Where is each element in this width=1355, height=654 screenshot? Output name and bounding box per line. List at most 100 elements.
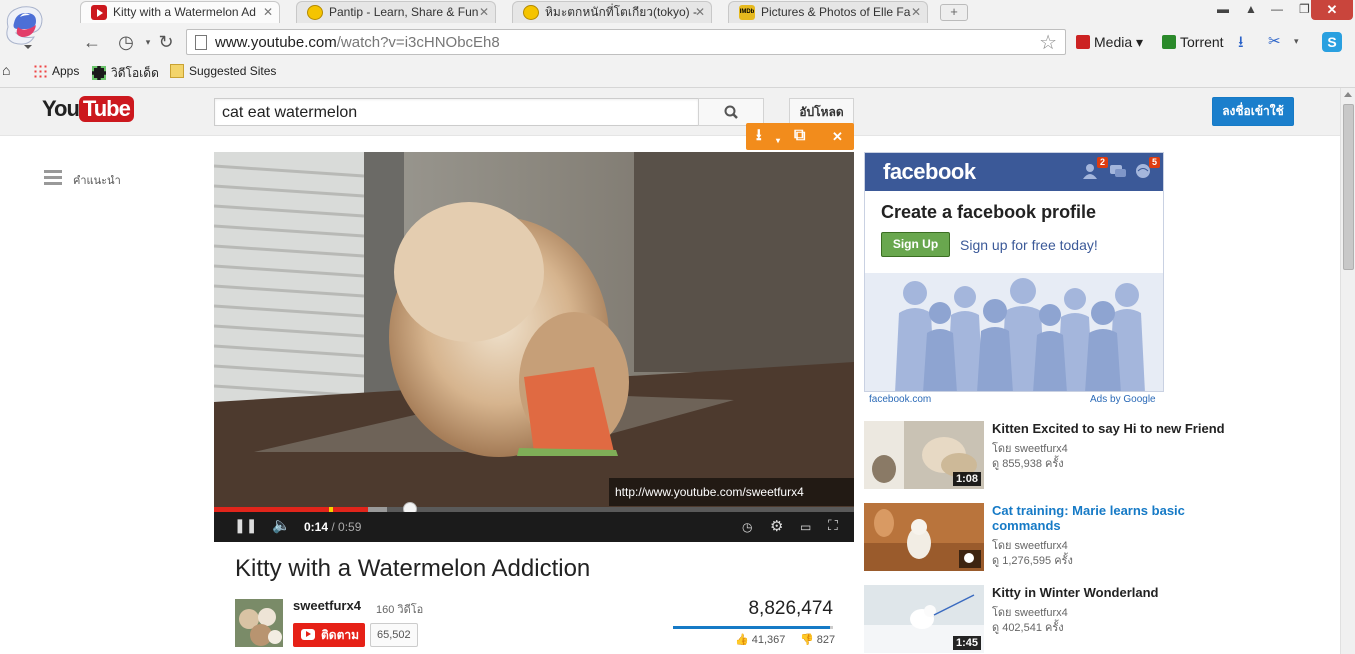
download-dropdown-icon[interactable]: ▾ xyxy=(776,132,780,150)
tab-pantip[interactable]: Pantip - Learn, Share & Fun ✕ xyxy=(296,1,496,23)
tab-close-icon[interactable]: ✕ xyxy=(911,2,921,22)
bookmark-star-icon[interactable]: ☆ xyxy=(1039,30,1057,55)
tab-title: หิมะตกหนักที่โตเกียว(tokyo) - xyxy=(545,5,697,19)
tab-imdb[interactable]: IMDb Pictures & Photos of Elle Fa ✕ xyxy=(728,1,928,23)
related-thumbnail[interactable]: 1:45 xyxy=(864,585,984,653)
pantip-icon xyxy=(523,5,539,20)
ad-signup-button[interactable]: Sign Up xyxy=(881,232,950,257)
view-count: 8,826,474 xyxy=(748,598,833,619)
tab-title: Kitty with a Watermelon Ad xyxy=(113,5,256,19)
youtube-page: You Tube cat eat watermelon อัปโหลด ลงชื่… xyxy=(0,88,1340,654)
pin-icon[interactable]: ▲ xyxy=(1245,2,1257,16)
media-extension-button[interactable]: Media ▾ xyxy=(1076,34,1143,51)
popout-icon[interactable]: ⧉ xyxy=(794,127,805,145)
tab-close-icon[interactable]: ✕ xyxy=(479,2,489,22)
ad-source-link[interactable]: facebook.com xyxy=(869,394,931,405)
skype-icon[interactable]: S xyxy=(1322,32,1342,52)
video-player[interactable]: http://www.youtube.com/sweetfurx4 ❚❚ 🔈 0… xyxy=(214,152,854,542)
download-icon[interactable]: ⭳ xyxy=(1238,31,1244,58)
video-frame[interactable]: http://www.youtube.com/sweetfurx4 xyxy=(214,152,854,507)
home-icon[interactable]: ⌂ xyxy=(2,62,10,78)
scissors-icon[interactable]: ✂ xyxy=(1268,32,1281,50)
facebook-ad[interactable]: facebook 2 5 Create a facebook profile S… xyxy=(864,152,1164,392)
tab-strip: Kitty with a Watermelon Ad ✕ Pantip - Le… xyxy=(70,0,1070,24)
bookmark-suggested-sites[interactable]: Suggested Sites xyxy=(170,64,276,78)
film-icon xyxy=(92,66,106,80)
related-views: ดู 855,938 ครั้ง xyxy=(992,458,1064,470)
bookmark-videos[interactable]: วิดีโอเด็ด xyxy=(92,64,159,83)
window-controls: ▬ ▲ — ❐ ✕ xyxy=(1215,0,1355,24)
theater-mode-icon[interactable]: ▭ xyxy=(800,520,811,534)
scroll-up-arrow-icon[interactable] xyxy=(1344,92,1352,97)
address-bar[interactable]: www.youtube.com/watch?v=i3cHNObcEh8 ☆ xyxy=(186,29,1066,55)
reload-icon[interactable]: ↻ xyxy=(154,30,178,54)
related-title[interactable]: Kitty in Winter Wonderland xyxy=(992,585,1242,600)
download-video-icon[interactable]: ⭳ xyxy=(756,127,762,145)
search-input[interactable]: cat eat watermelon xyxy=(214,98,699,126)
related-thumbnail[interactable] xyxy=(864,503,984,571)
history-clock-icon[interactable]: ◷ xyxy=(114,30,138,54)
pantip-icon xyxy=(307,5,323,20)
browser-toolbar: ← ◷ ▾ ↻ www.youtube.com/watch?v=i3cHNObc… xyxy=(0,26,1355,60)
volume-icon[interactable]: 🔈 xyxy=(272,516,291,534)
restore-icon[interactable]: ❐ xyxy=(1299,2,1310,16)
related-views: ดู 402,541 ครั้ง xyxy=(992,622,1064,634)
related-views: ดู 1,276,595 ครั้ง xyxy=(992,555,1073,567)
tab-tokyo-snow[interactable]: หิมะตกหนักที่โตเกียว(tokyo) - ✕ xyxy=(512,1,712,23)
dislike-button[interactable]: 👎 827 xyxy=(800,633,835,646)
related-thumbnail[interactable]: 1:08 xyxy=(864,421,984,489)
torrent-extension-button[interactable]: Torrent xyxy=(1162,34,1224,50)
bookmark-apps[interactable]: Apps xyxy=(33,64,79,78)
messages-icon xyxy=(1109,163,1127,179)
related-title[interactable]: Cat training: Marie learns basic command… xyxy=(992,503,1242,533)
pause-icon[interactable]: ❚❚ xyxy=(234,517,257,534)
related-video-item[interactable]: Cat training: Marie learns basic command… xyxy=(864,503,1304,571)
search-query[interactable]: cat eat watermelon xyxy=(222,104,357,122)
like-button[interactable]: 👍 41,367 xyxy=(735,633,785,646)
address-url[interactable]: www.youtube.com/watch?v=i3cHNObcEh8 xyxy=(215,34,500,51)
apps-grid-icon xyxy=(33,64,47,78)
ads-by-google-link[interactable]: Ads by Google xyxy=(1090,394,1156,405)
suggested-sites-icon xyxy=(170,64,184,78)
back-arrow-icon[interactable]: ← xyxy=(80,30,104,54)
related-video-item[interactable]: 1:45 Kitty in Winter Wonderland โดย swee… xyxy=(864,585,1304,653)
search-button[interactable] xyxy=(698,98,764,126)
watch-later-icon[interactable] xyxy=(959,550,981,568)
friend-requests-icon: 2 xyxy=(1083,157,1108,179)
player-controls: ❚❚ 🔈 0:14 / 0:59 ◷ ⚙ ▭ ⛶ xyxy=(214,512,854,542)
watch-later-icon[interactable]: ◷ xyxy=(742,520,752,534)
scrollbar-thumb[interactable] xyxy=(1343,104,1354,270)
torrent-icon xyxy=(1162,35,1176,49)
tab-close-icon[interactable]: ✕ xyxy=(263,2,273,22)
tab-close-icon[interactable]: ✕ xyxy=(695,2,705,22)
related-title[interactable]: Kitten Excited to say Hi to new Friend xyxy=(992,421,1242,436)
like-ratio-bar xyxy=(673,626,833,629)
window-close-icon[interactable]: ✕ xyxy=(1311,0,1353,20)
upload-button[interactable]: อัปโหลด xyxy=(789,98,854,126)
thumbs-up-icon: 👍 xyxy=(735,634,749,646)
new-tab-button[interactable]: + xyxy=(940,4,968,21)
fullscreen-icon[interactable]: ⛶ xyxy=(828,517,838,534)
minimize-icon[interactable]: — xyxy=(1271,2,1283,16)
tab-kitty[interactable]: Kitty with a Watermelon Ad ✕ xyxy=(80,1,280,23)
channel-avatar[interactable] xyxy=(235,599,283,647)
subscribe-label: ติดตาม xyxy=(321,628,360,642)
guide-label[interactable]: คำแนะนำ xyxy=(73,171,121,189)
browser-chrome: Kitty with a Watermelon Ad ✕ Pantip - Le… xyxy=(0,0,1355,88)
youtube-logo[interactable]: You Tube xyxy=(42,96,134,126)
chat-icon[interactable]: ▬ xyxy=(1217,2,1229,16)
media-icon xyxy=(1076,35,1090,49)
sign-in-button[interactable]: ลงชื่อเข้าใช้ xyxy=(1212,97,1294,126)
close-toolbar-icon[interactable]: ✕ xyxy=(832,128,843,146)
video-watermark-url[interactable]: http://www.youtube.com/sweetfurx4 xyxy=(609,478,854,506)
ad-header: facebook 2 5 xyxy=(865,153,1163,191)
video-image xyxy=(214,152,854,507)
hamburger-menu-icon[interactable] xyxy=(44,170,62,186)
subscribe-button[interactable]: ติดตาม xyxy=(293,623,365,647)
page-scrollbar[interactable] xyxy=(1340,88,1355,654)
related-video-item[interactable]: 1:08 Kitten Excited to say Hi to new Fri… xyxy=(864,421,1304,489)
extension-dropdown-icon[interactable]: ▾ xyxy=(1294,36,1299,47)
channel-name[interactable]: sweetfurx4 xyxy=(293,598,361,613)
settings-gear-icon[interactable]: ⚙ xyxy=(770,517,783,535)
thumbs-down-icon: 👎 xyxy=(800,634,814,646)
